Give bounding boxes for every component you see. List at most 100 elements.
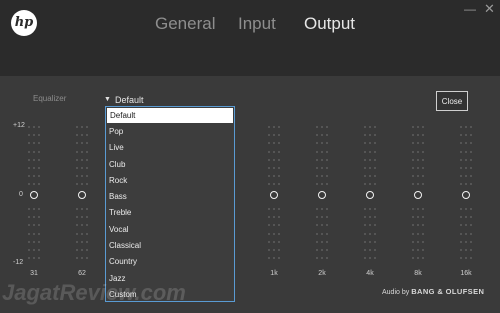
eq-slider-knob[interactable] [77,190,86,199]
grid-dot [273,159,275,161]
dropdown-option[interactable]: Classical [106,238,234,254]
grid-dot [76,151,78,153]
grid-dot [465,241,467,243]
grid-dot [273,183,275,185]
eq-slider-knob[interactable] [461,190,470,199]
grid-dot [422,126,424,128]
grid-dot [465,142,467,144]
dropdown-option[interactable]: Country [106,254,234,270]
grid-dot [76,216,78,218]
grid-dot [364,257,366,259]
grid-dot [86,175,88,177]
dropdown-option[interactable]: Live [106,140,234,156]
grid-dot [268,175,270,177]
dropdown-option[interactable]: Treble [106,205,234,221]
grid-dot [33,233,35,235]
grid-dot [460,257,462,259]
grid-dot [28,142,30,144]
grid-dot [76,167,78,169]
grid-dot [417,233,419,235]
grid-dot [316,183,318,185]
frequency-label: 8k [414,270,422,277]
grid-dot [465,134,467,136]
grid-dot [364,159,366,161]
grid-dot [412,167,414,169]
grid-dot [374,126,376,128]
dropdown-option[interactable]: Vocal [106,222,234,238]
grid-dot [465,216,467,218]
grid-dot [470,183,472,185]
grid-dot [76,183,78,185]
grid-dot [28,241,30,243]
grid-dot [321,142,323,144]
dropdown-option[interactable]: Pop [106,124,234,140]
grid-dot [374,183,376,185]
frequency-label: 16k [460,270,472,277]
grid-dot [412,216,414,218]
grid-dot [268,159,270,161]
grid-dot [316,257,318,259]
grid-dot [460,159,462,161]
grid-dot [321,224,323,226]
eq-slider-knob[interactable] [317,190,326,199]
grid-dot [28,216,30,218]
grid-dot [316,241,318,243]
grid-dot [369,257,371,259]
grid-dot [38,142,40,144]
grid-dot [33,134,35,136]
grid-dot [76,257,78,259]
eq-slider-knob[interactable] [365,190,374,199]
grid-dot [369,151,371,153]
grid-dot [86,126,88,128]
grid-dot [369,183,371,185]
grid-dot [417,216,419,218]
audio-by-brand: Audio by BANG & OLUFSEN [382,287,484,296]
eq-slider-knob[interactable] [29,190,38,199]
grid-dot [268,151,270,153]
grid-dot [28,208,30,210]
grid-dot [412,126,414,128]
dropdown-option[interactable]: Bass [106,189,234,205]
grid-dot [412,249,414,251]
grid-dot [273,241,275,243]
eq-slider-knob[interactable] [269,190,278,199]
grid-dot [86,151,88,153]
grid-dot [374,151,376,153]
dropdown-option[interactable]: Rock [106,173,234,189]
grid-dot [364,208,366,210]
grid-dot [278,233,280,235]
grid-dot [278,241,280,243]
dropdown-option[interactable]: Club [106,157,234,173]
grid-dot [278,134,280,136]
grid-dot [321,159,323,161]
preset-dropdown-list[interactable]: Default Pop Live Club Rock Bass Treble Vocal Cla… [105,106,235,302]
frequency-label: 31 [30,270,38,277]
grid-dot [38,257,40,259]
grid-dot [268,249,270,251]
grid-dot [364,233,366,235]
grid-dot [76,126,78,128]
grid-dot [273,142,275,144]
grid-dot [81,208,83,210]
watermark: JagatReview.com [2,280,186,305]
grid-dot [38,241,40,243]
grid-dot [470,159,472,161]
grid-dot [321,233,323,235]
grid-dot [86,224,88,226]
grid-dot [321,175,323,177]
grid-dot [268,224,270,226]
grid-dot [76,224,78,226]
grid-dot [81,142,83,144]
dropdown-option[interactable]: Default [107,108,233,123]
grid-dot [76,249,78,251]
grid-dot [470,208,472,210]
grid-dot [374,175,376,177]
grid-dot [422,257,424,259]
grid-dot [422,167,424,169]
grid-dot [364,175,366,177]
grid-dot [326,241,328,243]
grid-dot [412,224,414,226]
grid-dot [38,134,40,136]
eq-slider-knob[interactable] [413,190,422,199]
grid-dot [369,224,371,226]
